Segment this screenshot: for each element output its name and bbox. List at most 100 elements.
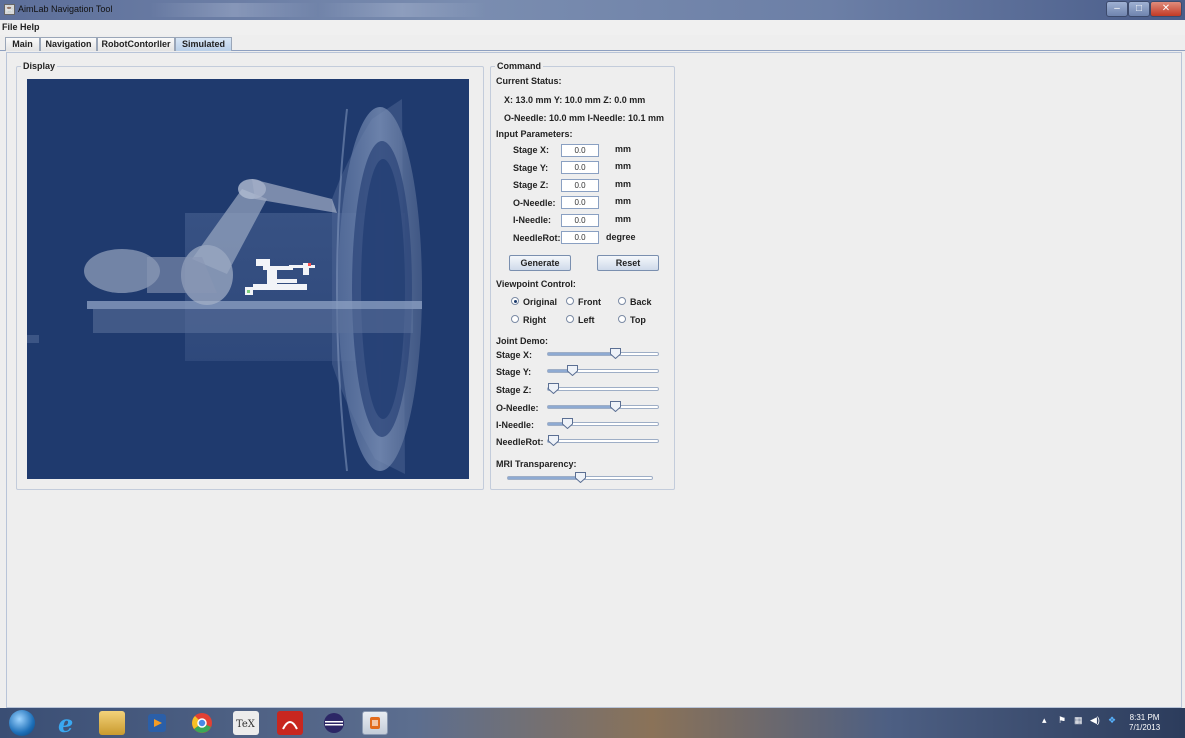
joint-stage-z-label: Stage Z:: [496, 385, 532, 395]
viewpoint-top-label[interactable]: Top: [630, 315, 646, 325]
viewpoint-front-label[interactable]: Front: [578, 297, 601, 307]
acrobat-icon[interactable]: [277, 711, 303, 735]
menu-help[interactable]: Help: [20, 22, 40, 32]
start-button[interactable]: [9, 710, 35, 736]
viewpoint-control-heading: Viewpoint Control:: [496, 279, 576, 289]
viewpoint-original-label[interactable]: Original: [523, 297, 557, 307]
joint-i-needle-label: I-Needle:: [496, 420, 535, 430]
param-unit: degree: [606, 232, 636, 242]
window-title: AimLab Navigation Tool: [18, 4, 113, 14]
slider-thumb[interactable]: [561, 418, 573, 429]
tex-icon[interactable]: TeX: [233, 711, 259, 735]
tab-robot-controller[interactable]: RobotContorller: [97, 37, 175, 51]
command-title: Command: [495, 61, 544, 72]
param-stage-y-label: Stage Y:: [513, 163, 549, 173]
param-i-needle-label: I-Needle:: [513, 215, 552, 225]
eclipse-icon[interactable]: [321, 711, 347, 735]
slider-thumb[interactable]: [566, 365, 578, 376]
status-xyz: X: 13.0 mm Y: 10.0 mm Z: 0.0 mm: [504, 95, 646, 105]
mri-transparency-slider[interactable]: [507, 472, 653, 483]
joint-stage-x-label: Stage X:: [496, 350, 533, 360]
stage-z-input[interactable]: 0.0: [561, 179, 599, 192]
status-needles: O-Needle: 10.0 mm I-Needle: 10.1 mm: [504, 113, 665, 123]
joint-i-needle-slider[interactable]: [547, 418, 659, 429]
needle-rot-input[interactable]: 0.0: [561, 231, 599, 244]
joint-needle-rot-label: NeedleRot:: [496, 437, 544, 447]
slider-thumb[interactable]: [610, 401, 622, 412]
svg-text:TeX: TeX: [236, 719, 256, 730]
java-app-icon: ☕: [4, 4, 15, 15]
minimize-button[interactable]: –: [1106, 1, 1128, 17]
o-needle-input[interactable]: 0.0: [561, 196, 599, 209]
tab-simulated[interactable]: Simulated: [175, 37, 232, 51]
viewpoint-back-radio[interactable]: [618, 297, 626, 305]
joint-needle-rot-slider[interactable]: [547, 435, 659, 446]
joint-stage-z-slider[interactable]: [547, 383, 659, 394]
network-icon[interactable]: ▦: [1074, 715, 1083, 726]
joint-o-needle-label: O-Needle:: [496, 403, 539, 413]
viewpoint-right-radio[interactable]: [511, 315, 519, 323]
svg-text:e: e: [58, 711, 73, 735]
slider-thumb[interactable]: [610, 348, 622, 359]
viewpoint-back-label[interactable]: Back: [630, 297, 652, 307]
file-explorer-icon[interactable]: [99, 711, 125, 735]
stage-x-input[interactable]: 0.0: [561, 144, 599, 157]
internet-explorer-icon[interactable]: e: [52, 709, 84, 738]
action-center-flag-icon[interactable]: ⚑: [1058, 715, 1066, 726]
viewpoint-original-radio[interactable]: [511, 297, 519, 305]
close-button[interactable]: ✕: [1150, 1, 1182, 17]
chrome-icon[interactable]: [189, 711, 215, 735]
maximize-button[interactable]: □: [1128, 1, 1150, 17]
clock-date: 7/1/2013: [1129, 723, 1161, 732]
viewpoint-top-radio[interactable]: [618, 315, 626, 323]
param-unit: mm: [615, 214, 632, 224]
3d-viewport[interactable]: [27, 79, 469, 479]
param-stage-x-label: Stage X:: [513, 145, 550, 155]
stage-y-input[interactable]: 0.0: [561, 161, 599, 174]
viewpoint-left-label[interactable]: Left: [578, 315, 595, 325]
robot-scene: [27, 99, 422, 474]
slider-fill: [548, 353, 616, 355]
dropbox-icon[interactable]: ❖: [1108, 715, 1116, 726]
menu-bar: File Help: [0, 20, 1185, 35]
input-parameters-heading: Input Parameters:: [496, 129, 573, 139]
title-bar: ☕ AimLab Navigation Tool – □ ✕: [0, 0, 1185, 20]
tab-main[interactable]: Main: [5, 37, 40, 51]
viewpoint-right-label[interactable]: Right: [523, 315, 546, 325]
reset-button[interactable]: Reset: [597, 255, 659, 271]
title-bar-background: [150, 3, 570, 17]
volume-icon[interactable]: ◀): [1090, 715, 1100, 726]
viewpoint-front-radio[interactable]: [566, 297, 574, 305]
param-stage-z-label: Stage Z:: [513, 180, 549, 190]
param-unit: mm: [615, 179, 632, 189]
param-unit: mm: [615, 196, 632, 206]
joint-demo-heading: Joint Demo:: [496, 336, 549, 346]
java-taskbar-icon[interactable]: [362, 711, 388, 735]
menu-file[interactable]: File: [2, 22, 18, 32]
tab-strip: Main Navigation RobotContorller Simulate…: [0, 36, 1185, 51]
joint-stage-y-slider[interactable]: [547, 365, 659, 376]
tray-expand-icon[interactable]: ▴: [1042, 715, 1047, 726]
param-o-needle-label: O-Needle:: [513, 198, 556, 208]
slider-fill: [548, 406, 616, 408]
current-status-heading: Current Status:: [496, 76, 562, 86]
mri-transparency-heading: MRI Transparency:: [496, 459, 577, 469]
slider-thumb[interactable]: [548, 435, 559, 446]
clock-time: 8:31 PM: [1129, 713, 1160, 722]
system-clock[interactable]: 8:31 PM 7/1/2013: [1129, 713, 1160, 733]
param-needle-rot-label: NeedleRot:: [513, 233, 561, 243]
joint-stage-y-label: Stage Y:: [496, 367, 532, 377]
joint-o-needle-slider[interactable]: [547, 401, 659, 412]
i-needle-input[interactable]: 0.0: [561, 214, 599, 227]
tab-navigation[interactable]: Navigation: [40, 37, 97, 51]
slider-thumb[interactable]: [574, 472, 586, 483]
viewpoint-left-radio[interactable]: [566, 315, 574, 323]
param-unit: mm: [615, 161, 632, 171]
generate-button[interactable]: Generate: [509, 255, 571, 271]
slider-thumb[interactable]: [548, 383, 559, 394]
media-player-icon[interactable]: [144, 711, 170, 735]
param-unit: mm: [615, 144, 632, 154]
joint-stage-x-slider[interactable]: [547, 348, 659, 359]
display-title: Display: [21, 61, 58, 72]
slider-fill: [508, 477, 580, 479]
